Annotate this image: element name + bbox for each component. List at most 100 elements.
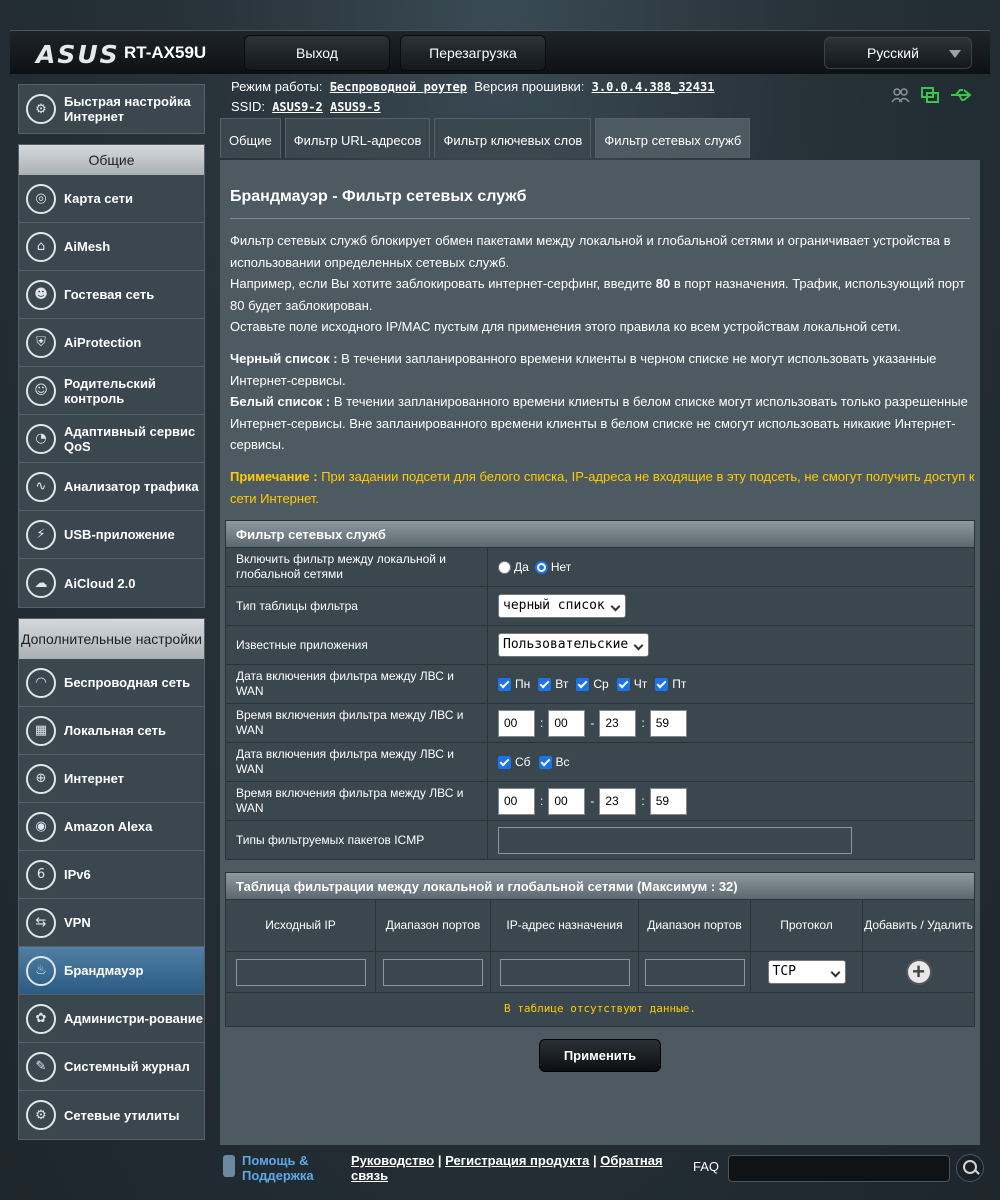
sidebar-item-guest-network[interactable]: ☻ Гостевая сеть: [19, 271, 204, 319]
sidebar-item-aiprotection[interactable]: ⛨ AiProtection: [19, 319, 204, 367]
sidebar-item-administration[interactable]: ✿ Администри-рование: [19, 995, 204, 1043]
filter-table-header: Фильтр сетевых служб: [225, 520, 975, 548]
faq-search-input[interactable]: [728, 1155, 950, 1182]
table-type-label: Тип таблицы фильтра: [226, 587, 488, 625]
weekday-end-hour-input[interactable]: 23: [599, 709, 637, 737]
ipv6-icon: 6: [26, 859, 56, 890]
tab-url-filter[interactable]: Фильтр URL-адресов: [284, 118, 431, 158]
weekday-time-label: Время включения фильтра между ЛВС и WAN: [226, 704, 488, 742]
chevron-down-icon: [949, 50, 961, 58]
weekday-end-minute-input[interactable]: 59: [649, 709, 687, 737]
help-support-link[interactable]: Помощь & Поддержка: [242, 1153, 332, 1183]
usb-icon: ⚡: [26, 519, 56, 550]
register-link[interactable]: Регистрация продукта: [445, 1153, 589, 1168]
sidebar-item-label: AiCloud 2.0: [64, 575, 136, 591]
table-type-select[interactable]: черный список: [498, 594, 626, 618]
icmp-row: Типы фильтруемых пакетов ICMP: [225, 821, 975, 860]
weekend-start-hour-input[interactable]: 00: [498, 787, 535, 815]
sidebar-item-usb-app[interactable]: ⚡ USB-приложение: [19, 511, 204, 559]
sidebar-item-label: Анализатор трафика: [64, 479, 199, 494]
weekend-end-minute-input[interactable]: 59: [649, 787, 687, 815]
tab-network-services-filter[interactable]: Фильтр сетевых служб: [595, 118, 751, 158]
sidebar-item-wireless[interactable]: ◠ Беспроводная сеть: [19, 659, 204, 707]
usb-status-icon[interactable]: [950, 86, 972, 104]
mode-link[interactable]: Беспроводной роутер: [330, 80, 467, 94]
sidebar-item-internet[interactable]: ⊕ Интернет: [19, 755, 204, 803]
manual-link[interactable]: Руководство: [351, 1153, 434, 1168]
sidebar-item-label: Администри-рование: [64, 1011, 203, 1026]
checkbox-mon[interactable]: Пн: [498, 677, 530, 691]
language-select[interactable]: Русский: [824, 37, 972, 69]
sidebar-item-qos[interactable]: ◔ Адаптивный сервис QoS: [19, 415, 204, 463]
known-apps-label: Известные приложения: [226, 626, 488, 664]
dest-ip-input[interactable]: [499, 958, 630, 986]
main-panel: Брандмауэр - Фильтр сетевых служб Фильтр…: [220, 160, 980, 1145]
sidebar-advanced: Дополнительные настройки ◠ Беспроводная с…: [18, 618, 205, 1140]
sidebar-item-vpn[interactable]: ⇆ VPN: [19, 899, 204, 947]
admin-icon: ✿: [26, 1003, 56, 1034]
shield-lock-icon: ⛨: [26, 327, 56, 358]
checkbox-wed[interactable]: Ср: [576, 677, 609, 691]
checkbox-fri[interactable]: Пт: [655, 677, 686, 691]
logout-button[interactable]: Выход: [244, 35, 390, 71]
sidebar-general: Общие ◎ Карта сети ⌂ AiMesh ☻ Гостевая сеть…: [18, 144, 205, 608]
sidebar-item-aicloud[interactable]: ☁ AiCloud 2.0: [19, 559, 204, 607]
wireless-icon: ◠: [26, 667, 56, 698]
sidebar-item-lan[interactable]: ▦ Локальная сеть: [19, 707, 204, 755]
reboot-button[interactable]: Перезагрузка: [400, 35, 546, 71]
firewall-icon: ♨: [26, 955, 56, 986]
sidebar-item-traffic-analyzer[interactable]: ∿ Анализатор трафика: [19, 463, 204, 511]
search-icon[interactable]: [956, 1154, 984, 1182]
checkbox-sat[interactable]: Сб: [498, 755, 531, 769]
weekend-start-minute-input[interactable]: 00: [548, 787, 586, 815]
firmware-link[interactable]: 3.0.0.4.388_32431: [592, 80, 715, 94]
weekday-start-minute-input[interactable]: 00: [548, 709, 586, 737]
internet-status-icon[interactable]: [920, 86, 940, 104]
checkbox-tue[interactable]: Вт: [538, 677, 568, 691]
sidebar-item-label: Адаптивный сервис QoS: [64, 423, 196, 454]
apply-button[interactable]: Применить: [539, 1039, 661, 1072]
weekend-date-label: Дата включения фильтра между ЛВС и WAN: [226, 743, 488, 781]
model-name: RT-AX59U: [124, 43, 207, 62]
sidebar-item-quick-setup[interactable]: ⚙ Быстрая настройка Интернет: [19, 85, 204, 133]
syslog-icon: ✎: [26, 1051, 56, 1082]
ssid-link-1[interactable]: ASUS9-2: [272, 100, 323, 114]
ssid-link-2[interactable]: ASUS9-5: [330, 100, 381, 114]
sidebar-item-label: Amazon Alexa: [64, 819, 153, 834]
firmware-label: Версия прошивки:: [474, 79, 585, 94]
weekday-start-hour-input[interactable]: 00: [498, 709, 535, 737]
sidebar-item-label: USB-приложение: [64, 527, 175, 542]
sidebar-item-label: Родительский контроль: [64, 375, 156, 406]
sidebar-item-label: Беспроводная сеть: [64, 675, 191, 690]
source-ip-input[interactable]: [235, 958, 366, 986]
tab-keyword-filter[interactable]: Фильтр ключевых слов: [434, 118, 592, 158]
known-apps-select[interactable]: Пользовательские: [498, 633, 650, 657]
enable-no-radio[interactable]: [534, 560, 548, 574]
sidebar-item-network-map[interactable]: ◎ Карта сети: [19, 175, 204, 223]
checkbox-thu[interactable]: Чт: [616, 677, 647, 691]
sidebar-item-label: Сетевые утилиты: [64, 1107, 180, 1123]
tab-general[interactable]: Общие: [220, 118, 281, 158]
icmp-input[interactable]: [498, 826, 852, 854]
sidebar-item-label: Интернет: [64, 771, 125, 786]
rules-table: Таблица фильтрации между локальной и гло…: [225, 872, 975, 1027]
clients-icon[interactable]: [890, 86, 910, 104]
sidebar-item-firewall[interactable]: ♨ Брандмауэр: [19, 947, 204, 995]
note: Примечание : При задании подсети для бел…: [230, 466, 978, 509]
sidebar-item-network-tools[interactable]: ⚙ Сетевые утилиты: [19, 1091, 204, 1139]
list-description: Черный список : В течении запланированно…: [230, 348, 978, 456]
source-port-input[interactable]: [383, 958, 483, 986]
protocol-select[interactable]: TCP: [767, 960, 846, 984]
checkbox-sun[interactable]: Вс: [538, 755, 570, 769]
help-icon: [223, 1155, 235, 1177]
sidebar-item-label: Локальная сеть: [64, 723, 166, 738]
sidebar-item-ipv6[interactable]: 6 IPv6: [19, 851, 204, 899]
weekend-end-hour-input[interactable]: 23: [599, 787, 637, 815]
add-rule-button[interactable]: +: [905, 959, 932, 985]
sidebar-item-alexa[interactable]: ◉ Amazon Alexa: [19, 803, 204, 851]
sidebar-item-syslog[interactable]: ✎ Системный журнал: [19, 1043, 204, 1091]
sidebar-item-parental-control[interactable]: ☺ Родительский контроль: [19, 367, 204, 415]
sidebar-item-aimesh[interactable]: ⌂ AiMesh: [19, 223, 204, 271]
dest-port-input[interactable]: [644, 958, 745, 986]
enable-yes-radio[interactable]: [498, 560, 511, 574]
